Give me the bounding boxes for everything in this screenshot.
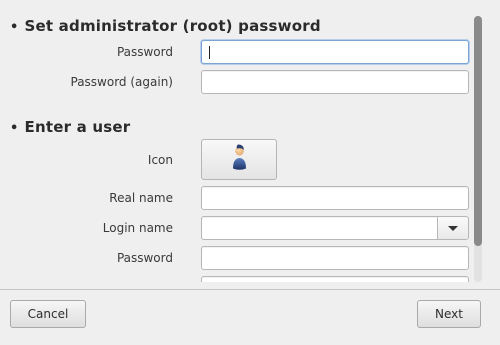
vertical-scrollbar[interactable] xyxy=(474,16,482,282)
admin-password-input[interactable] xyxy=(201,40,469,64)
admin-password-again-label: Password (again) xyxy=(70,75,174,89)
user-password-input[interactable] xyxy=(201,246,469,270)
button-bar: Cancel Next xyxy=(0,290,500,345)
content-panel: • Set administrator (root) password Passw… xyxy=(0,0,500,300)
scrollbar-thumb[interactable] xyxy=(474,16,482,246)
login-name-combo[interactable] xyxy=(201,216,469,240)
real-name-input[interactable] xyxy=(201,186,469,210)
login-name-label: Login name xyxy=(102,221,173,235)
admin-password-again-input[interactable] xyxy=(201,70,469,94)
next-button[interactable]: Next xyxy=(417,300,481,328)
bullet: • xyxy=(10,20,19,35)
user-password-again-input[interactable] xyxy=(201,276,469,282)
user-icon-button[interactable] xyxy=(201,139,277,180)
scroll-area: • Set administrator (root) password Passw… xyxy=(0,0,478,282)
section-admin-title: • Set administrator (root) password xyxy=(10,17,321,35)
real-name-label: Real name xyxy=(109,191,173,205)
admin-password-label: Password xyxy=(116,45,173,59)
admin-title-text: Set administrator (root) password xyxy=(24,17,321,35)
user-password-label: Password xyxy=(116,251,173,265)
cancel-button[interactable]: Cancel xyxy=(10,300,86,328)
user-avatar-icon xyxy=(233,144,246,170)
section-user-title: • Enter a user xyxy=(10,118,130,136)
login-name-dropdown-button[interactable] xyxy=(437,217,468,239)
bullet: • xyxy=(10,121,19,136)
chevron-down-icon xyxy=(448,226,458,231)
user-title-text: Enter a user xyxy=(24,118,131,136)
installer-window: • Set administrator (root) password Passw… xyxy=(0,0,500,345)
text-caret xyxy=(209,46,210,59)
icon-label: Icon xyxy=(147,153,173,167)
